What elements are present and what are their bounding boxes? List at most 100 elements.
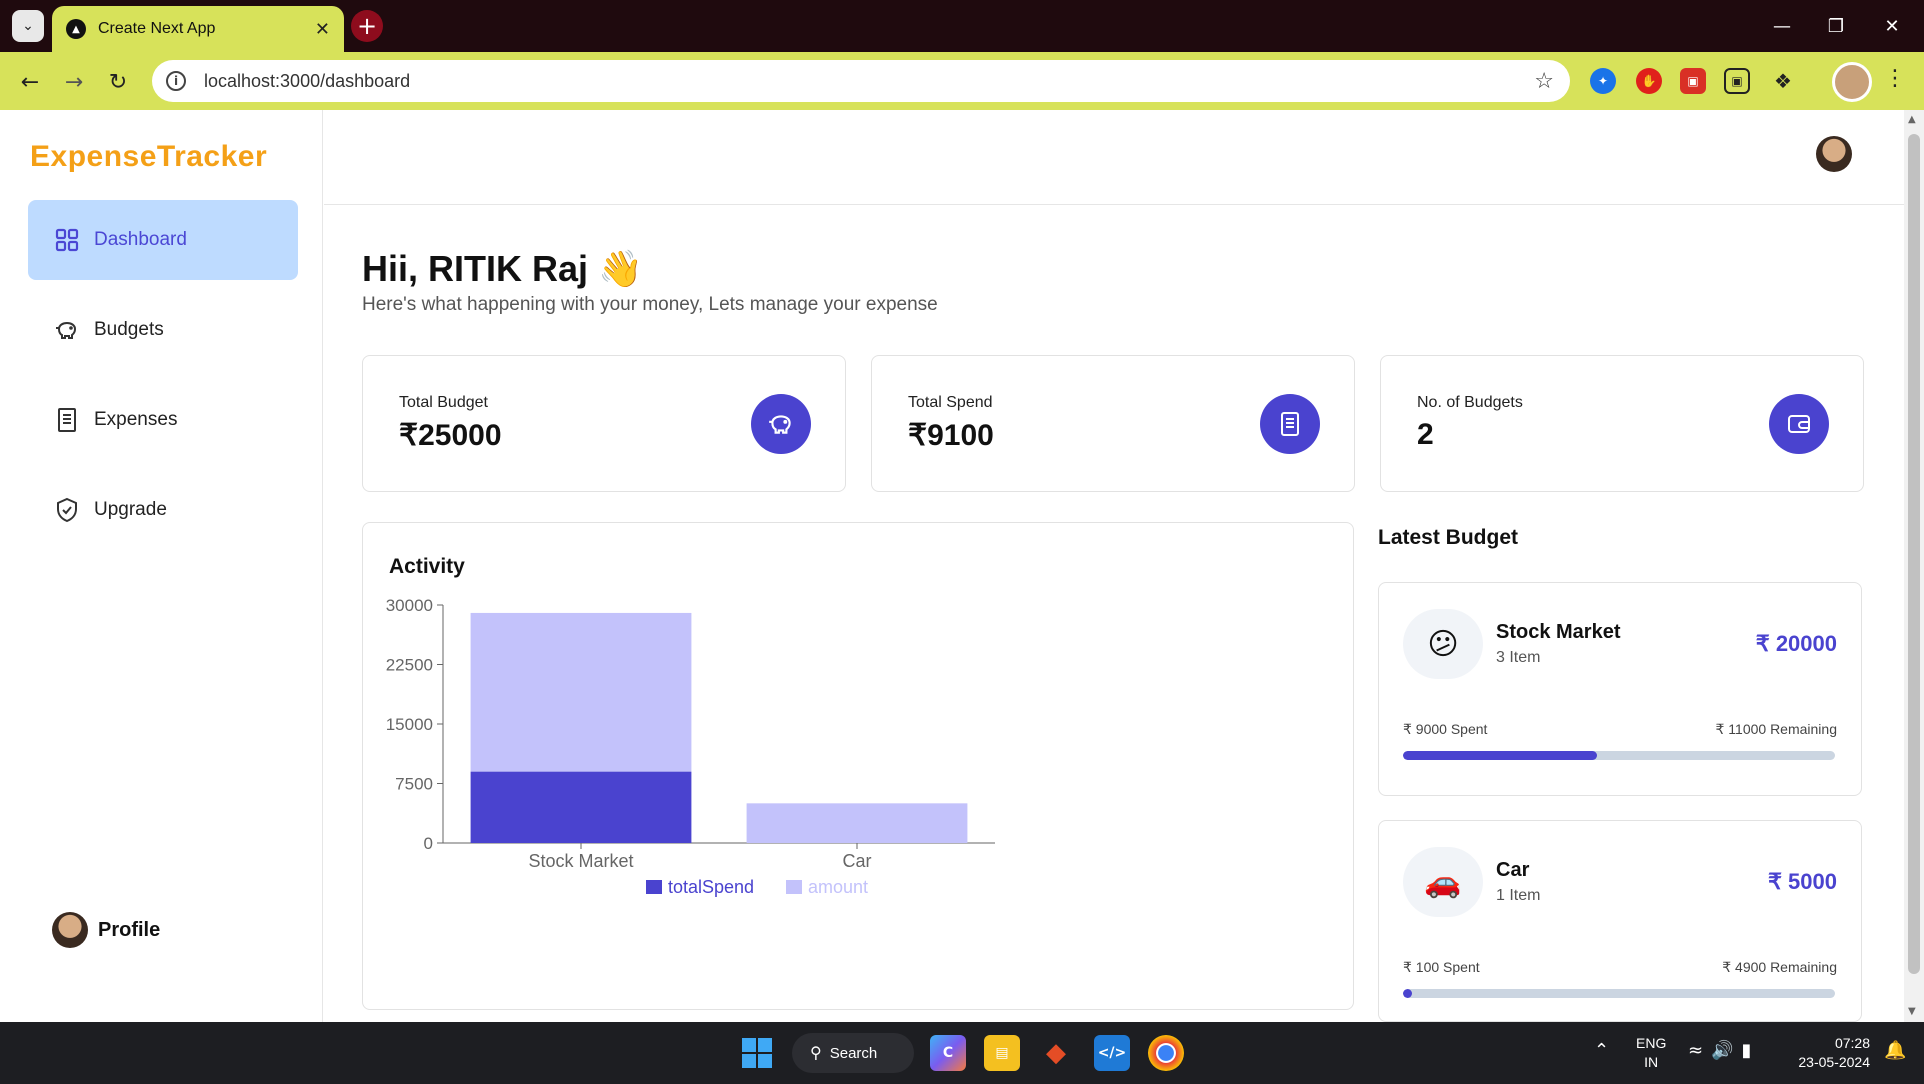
y-tick-label: 15000	[386, 715, 433, 734]
browser-toolbar: ← → ↻ i localhost:3000/dashboard ☆ ✦ ✋ ▣…	[0, 52, 1924, 110]
bar-amount	[746, 803, 968, 843]
address-bar[interactable]: i localhost:3000/dashboard ☆	[152, 60, 1570, 102]
scrollbar-thumb[interactable]	[1908, 134, 1920, 974]
budget-spent: ₹ 100 Spent	[1403, 959, 1480, 975]
budget-amount: ₹ 20000	[1755, 631, 1837, 656]
region-code: IN	[1644, 1054, 1659, 1070]
language-code: ENG	[1636, 1035, 1667, 1051]
activity-card: Activity 0 7500 15000 22500 30000 Stock Marke…	[362, 522, 1354, 1010]
user-avatar[interactable]	[1816, 136, 1852, 172]
file-explorer-icon[interactable]: ▤	[984, 1035, 1020, 1071]
budget-amount: ₹ 5000	[1767, 869, 1837, 894]
grid-icon	[54, 227, 80, 253]
site-info-icon[interactable]: i	[166, 71, 186, 91]
legend-swatch	[646, 880, 662, 894]
budget-remaining: ₹ 11000 Remaining	[1715, 721, 1837, 737]
sidebar-item-budgets[interactable]: Budgets	[28, 290, 298, 370]
budget-remaining: ₹ 4900 Remaining	[1722, 959, 1837, 975]
stat-value: ₹9100	[908, 419, 994, 452]
vscode-icon[interactable]: </>	[1094, 1035, 1130, 1071]
sidebar: ExpenseTracker Dashboard Budgets Expense…	[2, 110, 323, 1022]
budget-name: Car	[1496, 859, 1530, 881]
extension-icon[interactable]: ▣	[1680, 68, 1706, 94]
budget-card-stock-market[interactable]: 😕 Stock Market 3 Item ₹ 20000 ₹ 9000 Spe…	[1378, 582, 1862, 796]
total-budget-card: Total Budget ₹25000	[362, 355, 846, 492]
back-icon[interactable]: ←	[14, 66, 46, 98]
sidebar-item-label: Budgets	[94, 319, 164, 340]
scroll-down-icon[interactable]: ▼	[1908, 1006, 1916, 1017]
copilot-icon[interactable]: C	[930, 1035, 966, 1071]
sidebar-item-label: Upgrade	[94, 499, 167, 520]
activity-bar-chart: 0 7500 15000 22500 30000 Stock Market Car total…	[386, 596, 995, 897]
budget-item-count: 1 Item	[1496, 887, 1541, 904]
browser-tab[interactable]: ▲ Create Next App ✕	[52, 6, 344, 52]
reload-icon[interactable]: ↻	[102, 66, 134, 98]
url-text[interactable]: localhost:3000/dashboard	[204, 71, 1534, 92]
legend-swatch	[786, 880, 802, 894]
wallet-icon	[1769, 394, 1829, 454]
profile-button[interactable]: Profile	[52, 912, 160, 948]
extension-icon[interactable]: ✦	[1590, 68, 1616, 94]
stat-value: 2	[1417, 418, 1434, 451]
chrome-icon[interactable]	[1148, 1035, 1184, 1071]
system-tray-icons[interactable]: ≈🔊▮	[1688, 1040, 1759, 1061]
sidebar-item-label: Expenses	[94, 409, 178, 430]
receipt-icon	[1260, 394, 1320, 454]
git-icon[interactable]: ◆	[1038, 1035, 1074, 1071]
wifi-icon[interactable]: ≈	[1688, 1040, 1711, 1061]
minimize-icon[interactable]: —	[1762, 12, 1802, 40]
x-tick-label: Stock Market	[528, 851, 633, 871]
battery-icon[interactable]: ▮	[1742, 1040, 1760, 1061]
clock[interactable]: 07:28 23-05-2024	[1786, 1034, 1870, 1072]
legend-label: totalSpend	[668, 877, 754, 897]
notification-bell-icon[interactable]: 🔔	[1884, 1040, 1906, 1061]
budget-progress-track	[1403, 751, 1835, 760]
windows-start-icon[interactable]	[742, 1038, 772, 1068]
tab-title: Create Next App	[98, 20, 216, 37]
piggy-bank-icon	[54, 317, 80, 343]
language-indicator[interactable]: ENG IN	[1636, 1034, 1666, 1072]
adblock-icon[interactable]: ✋	[1636, 68, 1662, 94]
stat-label: Total Budget	[399, 394, 488, 411]
y-tick-label: 7500	[395, 775, 433, 794]
budget-progress-track	[1403, 989, 1835, 998]
budget-count-card: No. of Budgets 2	[1380, 355, 1864, 492]
budget-name: Stock Market	[1496, 621, 1621, 643]
close-tab-icon[interactable]: ✕	[315, 19, 330, 40]
browser-profile-avatar[interactable]	[1832, 62, 1872, 102]
forward-icon[interactable]: →	[58, 66, 90, 98]
nextjs-favicon-icon: ▲	[66, 19, 86, 39]
browser-menu-icon[interactable]: ⋮	[1884, 66, 1906, 91]
browser-titlebar: ⌄ ▲ Create Next App ✕ + — ❐ ✕	[0, 0, 1924, 52]
picture-in-picture-icon[interactable]: ▣	[1724, 68, 1750, 94]
page-scrollbar[interactable]: ▲ ▼	[1904, 110, 1924, 1022]
budget-progress-fill	[1403, 989, 1412, 998]
y-tick-label: 30000	[386, 596, 433, 615]
budget-spent: ₹ 9000 Spent	[1403, 721, 1488, 737]
sidebar-item-upgrade[interactable]: Upgrade	[28, 470, 298, 550]
scroll-up-icon[interactable]: ▲	[1908, 114, 1916, 125]
new-tab-button[interactable]: +	[351, 10, 383, 42]
latest-budget-title: Latest Budget	[1378, 526, 1519, 549]
show-hidden-icons-icon[interactable]: ⌃	[1594, 1040, 1609, 1061]
greeting-heading: Hii, RITIK Raj 👋	[362, 248, 643, 289]
sidebar-item-expenses[interactable]: Expenses	[28, 380, 298, 460]
sidebar-item-dashboard[interactable]: Dashboard	[28, 200, 298, 280]
taskbar-search-button[interactable]: ⚲ Search	[792, 1033, 914, 1073]
close-window-icon[interactable]: ✕	[1872, 12, 1912, 40]
budget-emoji: 😕	[1403, 609, 1483, 679]
volume-icon[interactable]: 🔊	[1711, 1040, 1741, 1061]
total-spend-card: Total Spend ₹9100	[871, 355, 1355, 492]
bar-totalSpend	[470, 771, 692, 843]
app-logo[interactable]: ExpenseTracker	[30, 140, 267, 174]
extensions-puzzle-icon[interactable]: ❖	[1770, 68, 1796, 94]
tab-search-button[interactable]: ⌄	[12, 10, 44, 42]
restore-icon[interactable]: ❐	[1816, 12, 1856, 40]
piggy-bank-icon	[751, 394, 811, 454]
budget-card-car[interactable]: 🚗 Car 1 Item ₹ 5000 ₹ 100 Spent ₹ 4900 R…	[1378, 820, 1862, 1022]
avatar	[52, 912, 88, 948]
sidebar-item-label: Dashboard	[94, 229, 187, 250]
stat-label: No. of Budgets	[1417, 394, 1523, 411]
x-tick-label: Car	[842, 851, 871, 871]
bookmark-star-icon[interactable]: ☆	[1534, 69, 1554, 94]
